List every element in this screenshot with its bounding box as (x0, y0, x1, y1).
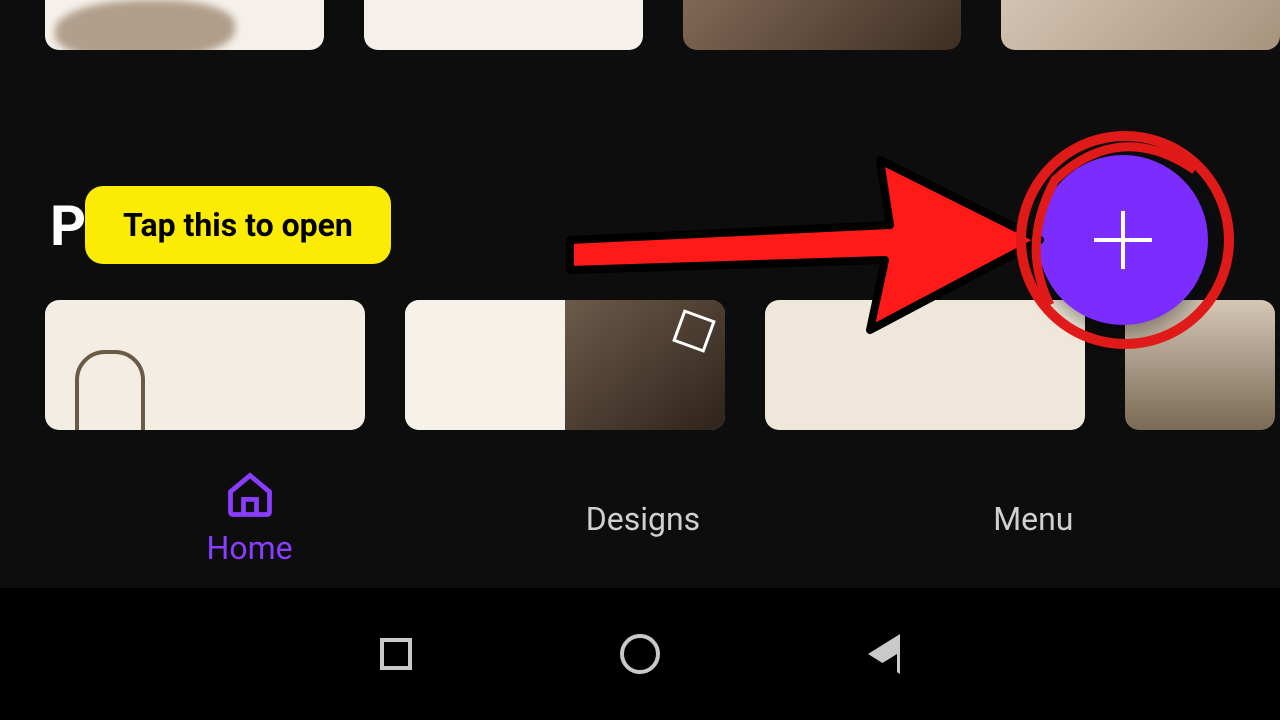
nav-label: Designs (586, 500, 700, 538)
circle-icon (620, 634, 660, 674)
section-heading: P (50, 193, 86, 259)
annotation-tooltip: Tap this to open (85, 186, 391, 264)
template-card[interactable]: FREE (683, 0, 962, 50)
home-icon (224, 469, 276, 521)
design-card[interactable] (45, 300, 365, 430)
nav-label: Menu (993, 500, 1073, 538)
triangle-icon (868, 634, 900, 674)
android-back-button[interactable] (862, 632, 906, 676)
template-card[interactable] (1001, 0, 1280, 50)
annotation-circle (1010, 125, 1240, 359)
template-card[interactable]: FREE (45, 0, 324, 50)
android-system-nav (0, 588, 1280, 720)
android-recents-button[interactable] (374, 632, 418, 676)
nav-home[interactable]: Home (207, 469, 293, 567)
square-icon (380, 638, 412, 670)
android-home-button[interactable] (618, 632, 662, 676)
nav-menu[interactable]: Menu (993, 498, 1073, 538)
template-card-row: FREE FREE FREE (45, 0, 1280, 50)
nav-label: Home (207, 529, 293, 567)
annotation-arrow (560, 130, 1050, 354)
app-bottom-nav: Home Designs Menu (0, 445, 1280, 590)
template-card[interactable]: FREE (364, 0, 643, 50)
nav-designs[interactable]: Designs (586, 498, 700, 538)
